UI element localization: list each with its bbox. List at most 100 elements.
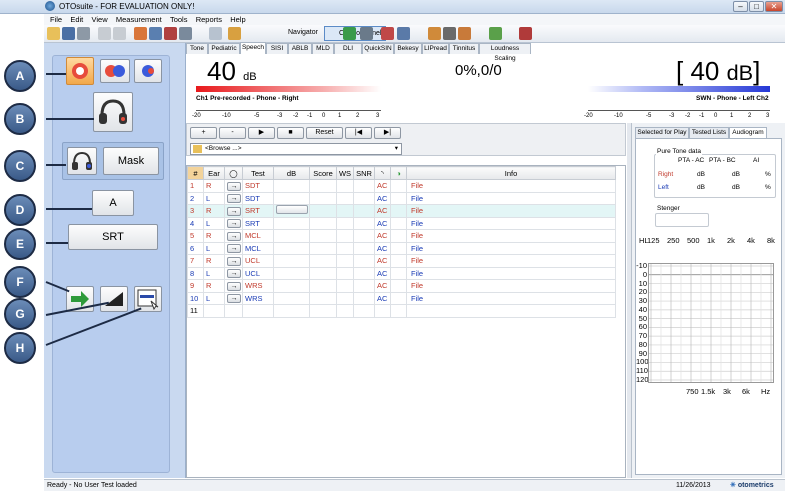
navigator-label[interactable]: Navigator [288,29,318,36]
mask-button[interactable]: Mask [103,147,159,175]
open-folder-icon[interactable] [47,27,60,40]
row-present[interactable] [224,304,243,318]
db-edit-field[interactable] [276,205,308,215]
previous-button[interactable]: |◀ [345,127,372,139]
export-icon[interactable] [489,27,502,40]
tab-audiogram[interactable]: Audiogram [729,127,767,138]
play-button[interactable]: ▶ [248,127,275,139]
row-extra [390,279,407,293]
tab-mld[interactable]: MLD [312,43,334,54]
row-present-arrow-icon[interactable]: → [227,244,241,254]
row-present-arrow-icon[interactable]: → [227,281,241,291]
tab-pediatric[interactable]: Pediatric [208,43,240,54]
table-row[interactable]: 5 R → MCL AC File [187,229,616,243]
left-ear-button[interactable] [134,59,162,83]
srt-button[interactable]: SRT [68,224,158,250]
tab-dli[interactable]: DLI [334,43,362,54]
right-ear-button[interactable] [66,57,94,85]
table-row[interactable]: 9 R → WRS AC File [187,279,616,293]
tab-quicksin[interactable]: QuickSIN [362,43,394,54]
table-row[interactable]: 6 L → MCL AC File [187,241,616,255]
a-button[interactable]: A [92,190,134,216]
row-present[interactable]: → [224,254,243,268]
row-present-arrow-icon[interactable]: → [227,194,241,204]
table-row[interactable]: 11 [187,304,616,318]
table-row[interactable]: 1 R → SDT AC File [187,179,616,193]
grid-icon[interactable] [343,27,356,40]
record-icon[interactable] [164,27,177,40]
row-present-arrow-icon[interactable]: → [227,206,241,216]
row-present[interactable]: → [224,204,243,218]
tab-tested-lists[interactable]: Tested Lists [689,127,729,138]
maximize-button[interactable]: □ [749,1,764,12]
row-present[interactable]: → [224,241,243,255]
edit-icon[interactable] [149,27,162,40]
tab-tone[interactable]: Tone [186,43,208,54]
row-present-arrow-icon[interactable]: → [227,219,241,229]
next-button[interactable]: ▶| [374,127,401,139]
scale-tick: -5 [254,113,260,119]
tab-bekesy[interactable]: Bekesy [394,43,422,54]
menu-measurement[interactable]: Measurement [116,14,162,25]
tab-sisi[interactable]: SISI [266,43,288,54]
close-button[interactable]: ✕ [765,1,783,12]
menu-file[interactable]: File [50,14,62,25]
minimize-button[interactable]: – [733,1,748,12]
table-row[interactable]: 7 R → UCL AC File [187,254,616,268]
row-present-arrow-icon[interactable]: → [227,181,241,191]
row-present-arrow-icon[interactable]: → [227,231,241,241]
navigator-icon[interactable] [228,27,241,40]
browse-dropdown[interactable]: <Browse ...> ▾ [190,143,402,155]
headset-icon[interactable] [428,27,441,40]
tab-tinnitus[interactable]: Tinnitus [449,43,479,54]
row-present[interactable]: → [224,191,243,205]
speaker-icon[interactable] [458,27,471,40]
table-row[interactable]: 3 R → SRT AC File [187,204,616,218]
mask-transducer-button[interactable] [67,147,97,175]
level-button[interactable] [100,286,128,312]
row-present[interactable]: → [224,279,243,293]
transducer-button[interactable] [93,92,133,132]
tab-ablb[interactable]: ABLB [288,43,312,54]
row-present[interactable]: → [224,179,243,193]
row-present[interactable]: → [224,216,243,230]
notes-icon[interactable] [397,27,410,40]
row-present-arrow-icon[interactable]: → [227,294,241,304]
table-row[interactable]: 8 L → UCL AC File [187,266,616,280]
stop-button[interactable]: ■ [277,127,304,139]
table-row[interactable]: 10 L → WRS AC File [187,291,616,305]
menu-edit[interactable]: Edit [70,14,83,25]
print-preview-icon[interactable] [179,27,192,40]
tab-lipread[interactable]: LIPread [422,43,449,54]
redo-icon[interactable] [113,27,126,40]
both-ears-button[interactable] [100,59,130,83]
print-icon[interactable] [77,27,90,40]
save-icon[interactable] [62,27,75,40]
row-present[interactable]: → [224,266,243,280]
plus-button[interactable]: + [190,127,217,139]
menu-help[interactable]: Help [230,14,245,25]
help-icon[interactable] [209,27,222,40]
table-row[interactable]: 2 L → SDT AC File [187,191,616,205]
reset-button[interactable]: Reset [306,127,343,139]
row-present-arrow-icon[interactable]: → [227,269,241,279]
audiogram-frequency-label: 250 [667,236,680,245]
document-icon[interactable] [381,27,394,40]
tab-loudness-scaling[interactable]: Loudness Scaling [479,43,531,62]
row-present-arrow-icon[interactable]: → [227,256,241,266]
microphone-icon[interactable] [443,27,456,40]
row-present[interactable]: → [224,291,243,305]
menu-tools[interactable]: Tools [170,14,188,25]
sort-icon[interactable] [360,27,373,40]
tab-speech[interactable]: Speech [240,42,266,54]
patient-icon[interactable] [134,27,147,40]
row-present[interactable]: → [224,229,243,243]
tab-selected-for-play[interactable]: Selected for Play [635,127,689,138]
menu-reports[interactable]: Reports [196,14,222,25]
table-row[interactable]: 4 L → SRT AC File [187,216,616,230]
row-db [273,241,310,255]
user-icon[interactable] [519,27,532,40]
undo-icon[interactable] [98,27,111,40]
minus-button[interactable]: - [219,127,246,139]
menu-view[interactable]: View [92,14,108,25]
